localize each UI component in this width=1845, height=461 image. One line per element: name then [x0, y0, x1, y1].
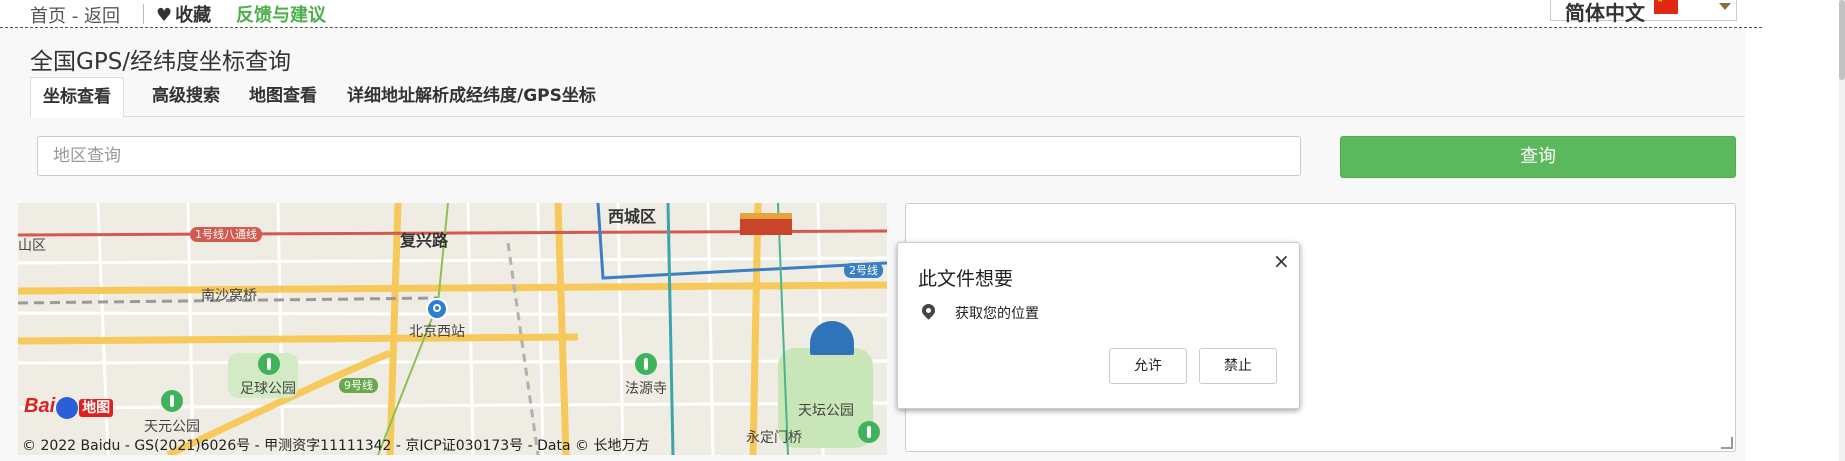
map-label: 天元公园 [144, 419, 200, 435]
subway-line-badge: 9号线 [339, 378, 378, 393]
subway-line-badge: 1号线八通线 [190, 227, 262, 242]
favorite-label: 收藏 [175, 5, 212, 26]
permission-request-text: 获取您的位置 [955, 306, 1039, 322]
subway-station-icon [426, 298, 448, 320]
china-flag-icon [1654, 0, 1678, 14]
map-label: 足球公园 [240, 381, 296, 397]
map-label: 北京西站 [409, 324, 465, 340]
park-icon [258, 353, 280, 375]
map-label: 复兴路 [400, 231, 449, 250]
page-scrollbar[interactable] [1839, 0, 1845, 461]
page-title: 全国GPS/经纬度坐标查询 [30, 49, 292, 75]
top-bar: 首页 - 返回 ♥ 收藏 反馈与建议 [0, 0, 1762, 28]
map-label: 西城区 [608, 207, 657, 226]
baidu-paw-icon [56, 396, 79, 419]
map-label: 南沙窝桥 [201, 288, 257, 304]
landmark-palace-icon [740, 213, 792, 235]
park-icon [858, 421, 880, 443]
map-copyright: © 2022 Baidu - GS(2021)6026号 - 甲测资字11111… [22, 438, 650, 454]
home-back-link[interactable]: 首页 - 返回 [30, 2, 120, 28]
resize-grip-icon[interactable] [1721, 437, 1733, 449]
tab-address-geocode[interactable]: 详细地址解析成经纬度/GPS坐标 [335, 77, 608, 115]
divider [143, 4, 144, 24]
location-permission-dialog: 此文件想要 × 获取您的位置 允许 禁止 [897, 242, 1300, 409]
tab-advanced-search[interactable]: 高级搜索 [140, 77, 232, 115]
language-select[interactable]: 简体中文 [1550, 0, 1737, 25]
heart-icon: ♥ [156, 5, 173, 26]
tab-bar: 坐标查看 高级搜索 地图查看 详细地址解析成经纬度/GPS坐标 [30, 77, 1745, 118]
tab-map-view[interactable]: 地图查看 [237, 77, 329, 115]
dropdown-caret-icon [1719, 3, 1731, 10]
map-label: 山区 [18, 238, 46, 254]
location-pin-icon [919, 301, 938, 320]
baidu-map[interactable]: 1号线八通线 2号线 9号线 山区 西城区 复兴路 南沙窝桥 北京西站 足球公园… [18, 203, 887, 455]
map-label: 天坛公园 [798, 403, 854, 419]
map-label: 法源寺 [625, 381, 667, 397]
tab-coordinate-view[interactable]: 坐标查看 [30, 77, 124, 118]
search-button[interactable]: 查询 [1340, 136, 1736, 178]
deny-button[interactable]: 禁止 [1199, 348, 1277, 384]
allow-button[interactable]: 允许 [1109, 348, 1187, 384]
close-icon[interactable]: × [1273, 249, 1290, 273]
park-icon [635, 353, 657, 375]
map-label: 永定门桥 [746, 430, 802, 446]
park-icon [161, 390, 183, 412]
language-label: 简体中文 [1565, 1, 1645, 25]
permission-title: 此文件想要 [918, 268, 1014, 290]
feedback-link[interactable]: 反馈与建议 [236, 1, 326, 27]
region-search-input[interactable] [37, 136, 1301, 176]
baidu-map-logo: Bai 地图 [24, 395, 114, 421]
subway-line-badge: 2号线 [844, 263, 883, 278]
scrollbar-thumb[interactable] [1839, 0, 1845, 80]
favorite-link[interactable]: ♥ 收藏 [156, 1, 211, 27]
